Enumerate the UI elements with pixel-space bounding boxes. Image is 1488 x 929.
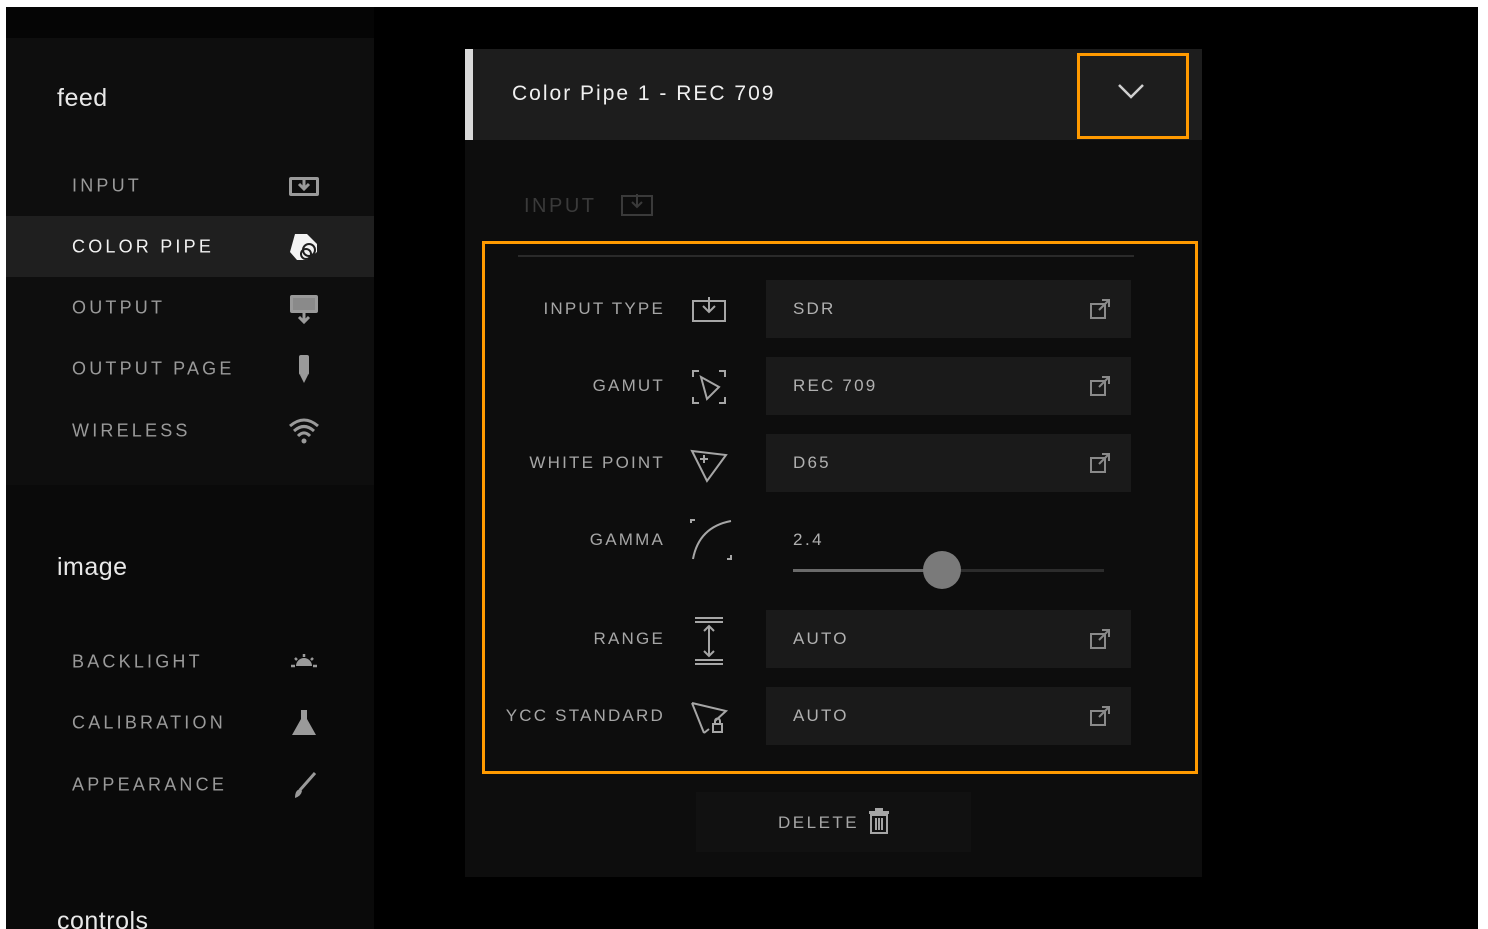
color-pipe-dropdown[interactable]: Color Pipe 1 - REC 709 bbox=[465, 49, 1202, 140]
gamma-slider-thumb[interactable] bbox=[923, 551, 962, 589]
sidebar-item-input[interactable]: INPUT bbox=[6, 155, 374, 216]
color-pipe-panel: Color Pipe 1 - REC 709 INPUT INPUT TYPE … bbox=[465, 49, 1202, 877]
backlight-icon bbox=[287, 645, 321, 679]
sidebar-item-label: CALIBRATION bbox=[72, 712, 226, 732]
range-icon bbox=[689, 616, 729, 665]
white-point-label: WHITE POINT bbox=[529, 453, 665, 472]
sidebar-item-calibration[interactable]: CALIBRATION bbox=[6, 692, 374, 753]
sidebar-item-label: APPEARANCE bbox=[72, 774, 228, 794]
gamut-select[interactable]: REC 709 bbox=[766, 357, 1131, 415]
gamma-icon bbox=[689, 519, 732, 563]
section-title-controls: controls bbox=[57, 907, 149, 929]
input-section-icon bbox=[621, 194, 653, 216]
ycc-standard-value: AUTO bbox=[793, 706, 849, 725]
input-type-select[interactable]: SDR bbox=[766, 280, 1131, 338]
external-link-icon bbox=[1090, 706, 1110, 726]
dropdown-title: Color Pipe 1 - REC 709 bbox=[512, 82, 776, 105]
white-point-value: D65 bbox=[793, 453, 831, 472]
gamma-slider-fill bbox=[793, 569, 943, 572]
app-window: feed INPUT COLOR PIPE OUTPUT OUTPUT PAGE… bbox=[6, 7, 1478, 929]
input-type-value: SDR bbox=[793, 299, 836, 318]
section-divider bbox=[518, 255, 1134, 257]
sidebar-top-band bbox=[6, 7, 374, 38]
white-point-icon bbox=[689, 445, 729, 489]
sidebar-item-label: WIRELESS bbox=[72, 420, 191, 440]
gamut-value: REC 709 bbox=[793, 376, 878, 395]
range-value: AUTO bbox=[793, 629, 849, 648]
sidebar-item-wireless[interactable]: WIRELESS bbox=[6, 400, 374, 461]
white-point-select[interactable]: D65 bbox=[766, 434, 1131, 492]
delete-label: DELETE bbox=[778, 813, 860, 832]
gamut-icon bbox=[689, 367, 729, 411]
trash-icon bbox=[869, 808, 889, 834]
ycc-standard-label: YCC STANDARD bbox=[505, 706, 665, 725]
sidebar-item-label: BACKLIGHT bbox=[72, 651, 203, 671]
wifi-icon bbox=[287, 414, 321, 448]
sidebar-item-backlight[interactable]: BACKLIGHT bbox=[6, 631, 374, 692]
monitor-icon bbox=[287, 291, 321, 325]
sidebar-item-output-page[interactable]: OUTPUT PAGE bbox=[6, 338, 374, 399]
external-link-icon bbox=[1090, 299, 1110, 319]
sidebar-item-label: OUTPUT bbox=[72, 297, 166, 317]
output-page-icon bbox=[287, 352, 321, 386]
sidebar-item-label: COLOR PIPE bbox=[72, 236, 215, 256]
delete-button[interactable]: DELETE bbox=[696, 792, 971, 852]
sidebar-item-appearance[interactable]: APPEARANCE bbox=[6, 754, 374, 815]
dropdown-accent-bar bbox=[465, 49, 473, 140]
sidebar: feed INPUT COLOR PIPE OUTPUT OUTPUT PAGE… bbox=[6, 7, 374, 929]
gamma-value: 2.4 bbox=[793, 530, 825, 549]
sidebar-item-label: OUTPUT PAGE bbox=[72, 358, 235, 378]
section-title-image: image bbox=[57, 553, 128, 581]
chevron-down-icon bbox=[1118, 84, 1144, 99]
sidebar-image-group: image BACKLIGHT CALIBRATION APPEARANCE c… bbox=[6, 485, 374, 929]
ycc-standard-select[interactable]: AUTO bbox=[766, 687, 1131, 745]
color-pipe-icon bbox=[287, 230, 321, 264]
sidebar-item-color-pipe[interactable]: COLOR PIPE bbox=[6, 216, 374, 277]
range-label: RANGE bbox=[593, 629, 665, 648]
gamut-label: GAMUT bbox=[592, 376, 665, 395]
input-type-icon bbox=[689, 293, 729, 337]
input-icon bbox=[287, 169, 321, 203]
input-type-label: INPUT TYPE bbox=[543, 299, 665, 318]
section-title-feed: feed bbox=[57, 84, 108, 112]
external-link-icon bbox=[1090, 376, 1110, 396]
sidebar-item-label: INPUT bbox=[72, 175, 142, 195]
sidebar-item-output[interactable]: OUTPUT bbox=[6, 277, 374, 338]
brush-icon bbox=[287, 768, 321, 802]
gamma-label: GAMMA bbox=[589, 530, 665, 549]
external-link-icon bbox=[1090, 453, 1110, 473]
sidebar-feed-group: feed INPUT COLOR PIPE OUTPUT OUTPUT PAGE… bbox=[6, 38, 374, 485]
range-select[interactable]: AUTO bbox=[766, 610, 1131, 668]
calibration-icon bbox=[287, 706, 321, 740]
external-link-icon bbox=[1090, 629, 1110, 649]
ycc-standard-icon bbox=[689, 697, 729, 741]
dropdown-toggle-button[interactable] bbox=[1077, 53, 1189, 139]
section-header-input: INPUT bbox=[524, 195, 597, 217]
gamma-slider[interactable] bbox=[793, 551, 1104, 589]
